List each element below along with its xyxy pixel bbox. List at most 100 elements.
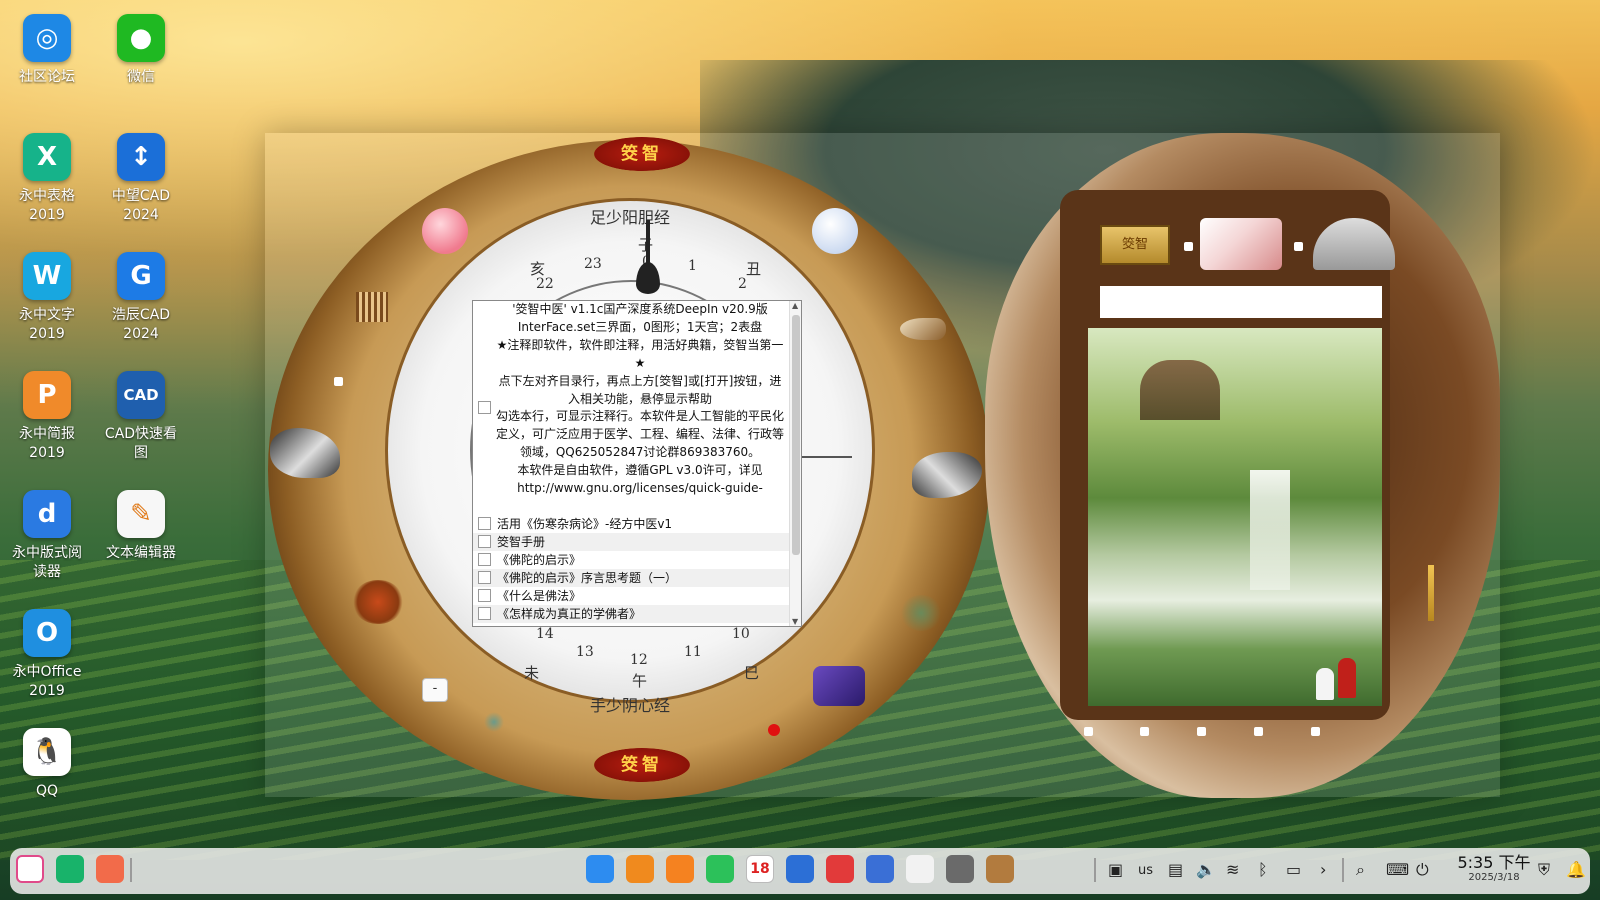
- archive-manager-icon[interactable]: [666, 855, 694, 883]
- jiaozhi-badge-top[interactable]: 筊智: [594, 137, 690, 171]
- desktop-icon[interactable]: ✎ 文本编辑器: [96, 490, 186, 563]
- dial-hour-12: 12: [630, 652, 648, 668]
- search-icon[interactable]: ⌕: [1356, 860, 1365, 880]
- jiaozhi-app-icon[interactable]: [986, 855, 1014, 883]
- desktop-icon[interactable]: P 永中简报 2019: [2, 371, 92, 463]
- power-icon[interactable]: ⏻: [1416, 860, 1429, 880]
- small-handle[interactable]: [334, 377, 343, 386]
- keyboard-icon[interactable]: ⌨: [1386, 860, 1409, 879]
- viewer-page-dot[interactable]: [1140, 727, 1149, 736]
- list-item-checkbox[interactable]: [478, 553, 491, 566]
- dial-branch-chou: 丑: [746, 260, 762, 278]
- list-item[interactable]: 《佛陀的启示》: [473, 551, 789, 569]
- multitask-view-icon[interactable]: [56, 855, 84, 883]
- bluetooth-icon[interactable]: ᛒ: [1258, 860, 1268, 879]
- app-store-icon[interactable]: [586, 855, 614, 883]
- scroll-up-icon[interactable]: ▲: [792, 301, 798, 310]
- list-item[interactable]: 《佛陀的启示》序言思考题（一）: [473, 569, 789, 587]
- desktop-icon[interactable]: ◎ 社区论坛: [2, 14, 92, 87]
- workspace-icon[interactable]: [96, 855, 124, 883]
- app-icon: 🐧: [23, 728, 71, 776]
- package-installer-icon[interactable]: [866, 855, 894, 883]
- notification-bell-icon[interactable]: 🔔: [1566, 860, 1586, 879]
- image-viewer-icon[interactable]: [626, 855, 654, 883]
- viewer-page-dot[interactable]: [1311, 727, 1320, 736]
- desktop-icon[interactable]: X 永中表格 2019: [2, 133, 92, 225]
- desktop-icon[interactable]: O 永中Office 2019: [2, 609, 92, 701]
- abacus-icon[interactable]: [356, 292, 388, 322]
- desktop-icon[interactable]: 🐧 QQ: [2, 728, 92, 801]
- screen-capture-icon[interactable]: [946, 855, 974, 883]
- battery-icon[interactable]: ▭: [1286, 860, 1301, 879]
- lotus-icon: [484, 712, 504, 732]
- viewer-page-dot[interactable]: [1084, 727, 1093, 736]
- clock[interactable]: 5:35 下午 2025/3/18: [1448, 854, 1540, 884]
- desktop-icon[interactable]: ↕ 中望CAD 2024: [96, 133, 186, 225]
- list-item[interactable]: 筊智手册: [473, 533, 789, 551]
- security-icon[interactable]: ⛨: [1538, 860, 1550, 880]
- list-item-checkbox[interactable]: [478, 589, 491, 602]
- clock-time: 5:35 下午: [1457, 853, 1531, 872]
- show-notes-checkbox[interactable]: [478, 401, 491, 414]
- scroll-button[interactable]: 筊智: [1100, 225, 1170, 265]
- text-editor-icon[interactable]: [906, 855, 934, 883]
- volume-icon[interactable]: 🔈: [1196, 860, 1216, 879]
- list-item-checkbox[interactable]: [478, 607, 491, 620]
- viewer-text-field[interactable]: [1100, 286, 1382, 318]
- app-icon: d: [23, 490, 71, 538]
- keyboard-layout[interactable]: us: [1138, 863, 1153, 878]
- pink-orb-button[interactable]: [422, 208, 468, 254]
- viewer-handle[interactable]: [1184, 242, 1193, 251]
- list-item-label: 筊智手册: [497, 535, 546, 549]
- viewer-page-dot[interactable]: [1254, 727, 1263, 736]
- viewer-page-dot[interactable]: [1197, 727, 1206, 736]
- magnifier-icon[interactable]: [900, 318, 946, 340]
- catalog-scrollbar[interactable]: ▲ ▼: [789, 301, 801, 626]
- screen-share-icon[interactable]: ▣: [1108, 860, 1123, 879]
- control-center-icon[interactable]: [786, 855, 814, 883]
- dial-hour-1: 1: [688, 258, 697, 274]
- calendar-icon[interactable]: 18: [746, 855, 774, 883]
- description-line: InterFace.set三界面，0图形；1天宫；2表盘: [517, 319, 763, 334]
- desktop-icon[interactable]: d 永中版式阅 读器: [2, 490, 92, 582]
- list-item-checkbox[interactable]: [478, 571, 491, 584]
- list-item[interactable]: 《怎样成为真正的学佛者》: [473, 605, 789, 623]
- figure-red: [1338, 658, 1356, 698]
- scroll-down-icon[interactable]: ▼: [792, 617, 798, 626]
- desktop-icon[interactable]: ● 微信: [96, 14, 186, 87]
- input-method-icon[interactable]: ▤: [1168, 860, 1183, 879]
- terminal-icon[interactable]: [826, 855, 854, 883]
- list-item-checkbox[interactable]: [478, 517, 491, 530]
- robot-icon[interactable]: [813, 666, 865, 706]
- list-item[interactable]: 活用《伤寒杂病论》-经方中医v1: [473, 515, 789, 533]
- viewer-handle[interactable]: [1294, 242, 1303, 251]
- dial-branch-hai: 亥: [530, 260, 546, 278]
- desktop-icon[interactable]: W 永中文字 2019: [2, 252, 92, 344]
- minimize-button[interactable]: -: [422, 678, 448, 702]
- list-item-label: 《佛陀的启示》: [497, 553, 582, 567]
- app-icon: X: [23, 133, 71, 181]
- scrollbar-thumb[interactable]: [792, 315, 800, 555]
- waterfall-shape: [1250, 470, 1290, 590]
- dial-hour-13: 13: [576, 644, 594, 660]
- jiaozhi-badge-bottom[interactable]: 筊智: [594, 748, 690, 782]
- app-icon: CAD: [117, 371, 165, 419]
- desktop-icon[interactable]: CAD CAD快速看 图: [96, 371, 186, 463]
- list-item-checkbox[interactable]: [478, 535, 491, 548]
- dial-hour-10: 10: [732, 626, 750, 642]
- dial-branch-si: 巳: [744, 664, 760, 682]
- desktop-icon-label: 永中文字 2019: [19, 307, 75, 342]
- white-orb-button[interactable]: [812, 208, 858, 254]
- desktop-icon[interactable]: G 浩辰CAD 2024: [96, 252, 186, 344]
- launcher-icon[interactable]: [16, 855, 44, 883]
- taskbar-separator: [1094, 858, 1096, 882]
- cards-icon[interactable]: [1200, 218, 1282, 270]
- red-dot-button[interactable]: [768, 724, 780, 736]
- list-item[interactable]: 《什么是佛法》: [473, 587, 789, 605]
- app-icon: P: [23, 371, 71, 419]
- desktop-icon-label: CAD快速看 图: [104, 426, 178, 461]
- chevron-right-icon[interactable]: ›: [1320, 860, 1326, 879]
- sword-icon[interactable]: [1428, 565, 1434, 621]
- music-icon[interactable]: [706, 855, 734, 883]
- wifi-icon[interactable]: ≋: [1226, 860, 1239, 879]
